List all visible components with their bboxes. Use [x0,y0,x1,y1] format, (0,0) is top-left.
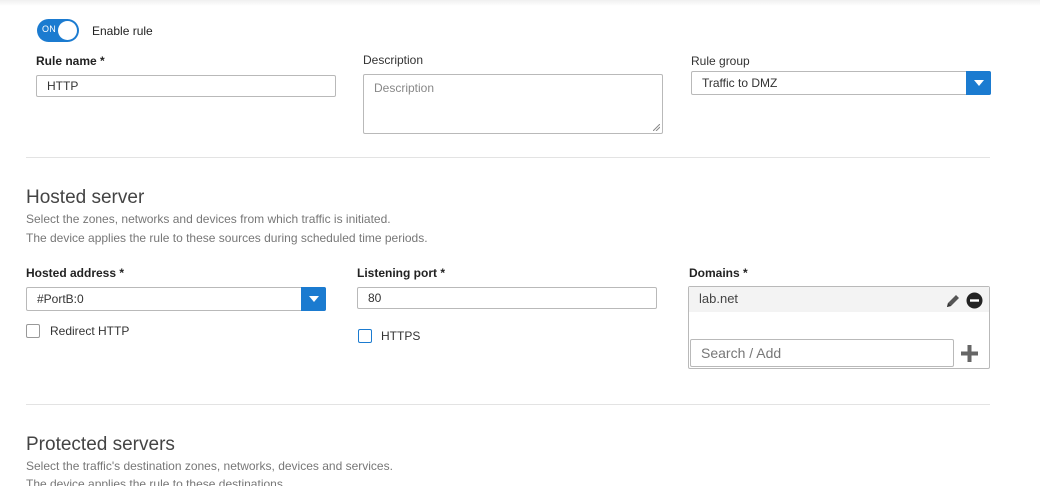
minus-circle-icon[interactable] [966,292,983,309]
chevron-down-icon[interactable] [966,71,991,95]
rule-group-value: Traffic to DMZ [702,76,778,90]
chevron-down-icon[interactable] [301,287,326,311]
toggle-state-text: ON [42,24,56,34]
pencil-icon[interactable] [945,293,961,309]
rule-name-label: Rule name * [36,54,105,68]
redirect-http-label: Redirect HTTP [50,324,130,338]
https-label: HTTPS [381,329,421,343]
rule-group-select[interactable]: Traffic to DMZ [691,71,991,95]
domains-list: lab.net Search / Add [688,286,990,369]
listening-port-input[interactable]: 80 [357,287,657,309]
rule-name-input[interactable]: HTTP [36,75,336,97]
https-checkbox[interactable] [358,329,372,343]
domain-search-placeholder: Search / Add [701,345,782,361]
enable-rule-toggle[interactable]: ON [37,19,79,42]
resize-handle-icon[interactable] [653,124,660,131]
hosted-server-desc-1: Select the zones, networks and devices f… [26,212,391,226]
hosted-server-desc-2: The device applies the rule to these sou… [26,231,428,245]
section-divider [26,157,990,158]
listening-port-label: Listening port * [357,266,445,280]
hosted-address-select[interactable]: #PortB:0 [26,287,326,311]
hosted-address-label: Hosted address * [26,266,125,280]
domain-search-input[interactable]: Search / Add [690,339,954,367]
protected-servers-desc-1: Select the traffic's destination zones, … [26,459,393,473]
protected-servers-desc-2: The device applies the rule to these des… [26,477,287,486]
list-item[interactable]: lab.net [689,287,989,312]
hosted-address-value: #PortB:0 [37,292,84,306]
toggle-knob [58,21,77,40]
top-shade [0,0,1040,6]
description-textarea[interactable]: Description [363,74,663,134]
domain-value: lab.net [699,291,739,306]
domains-label: Domains * [689,266,748,280]
rule-group-label: Rule group [691,54,750,68]
plus-icon[interactable] [960,344,979,363]
description-label: Description [363,53,424,67]
protected-servers-title: Protected servers [26,434,175,455]
enable-rule-label: Enable rule [92,24,153,38]
hosted-server-title: Hosted server [26,187,145,208]
redirect-http-checkbox[interactable] [26,324,40,338]
description-placeholder: Description [374,81,435,95]
section-divider [26,404,990,405]
